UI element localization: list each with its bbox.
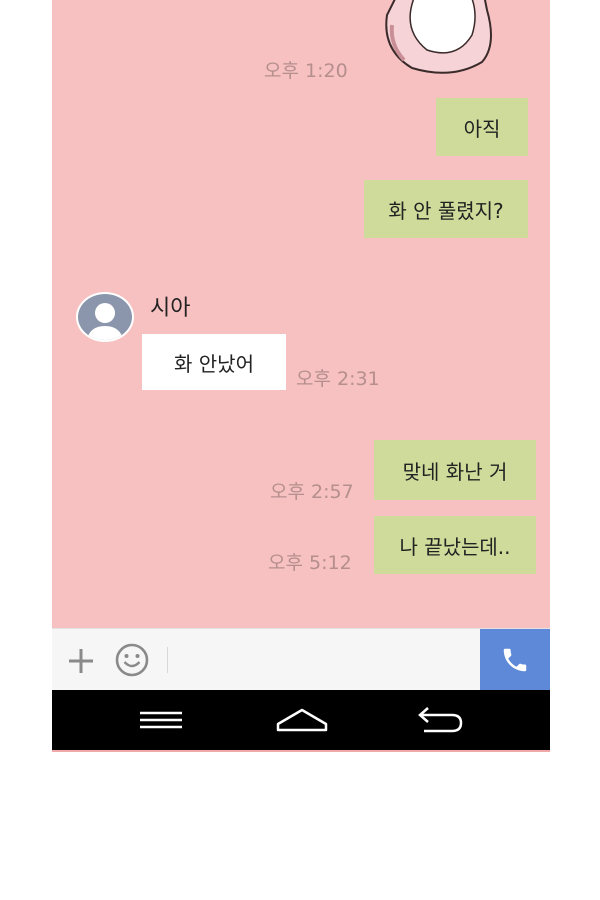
message-input-bar — [52, 628, 550, 691]
phone-screen: 오후 1:20 아직 화 안 풀렸지? 시아 화 안났어 오후 2:31 맞네 … — [52, 0, 550, 752]
message-input[interactable] — [174, 637, 474, 683]
phone-icon — [503, 648, 527, 672]
menu-icon[interactable] — [136, 704, 186, 736]
sender-name: 시아 — [150, 296, 191, 321]
sent-message-bubble[interactable]: 맞네 화난 거 — [374, 440, 536, 500]
received-message-bubble[interactable]: 화 안났어 — [142, 334, 286, 390]
call-button[interactable] — [480, 629, 550, 691]
input-divider — [167, 647, 168, 673]
chat-area[interactable]: 오후 1:20 아직 화 안 풀렸지? 시아 화 안났어 오후 2:31 맞네 … — [52, 0, 550, 628]
home-icon[interactable] — [274, 704, 330, 736]
message-time: 오후 5:12 — [268, 552, 352, 574]
sticker-image — [385, 0, 492, 74]
user-silhouette-icon — [86, 303, 124, 340]
smile-icon[interactable] — [114, 642, 150, 678]
sent-message-bubble[interactable]: 아직 — [436, 98, 528, 156]
avatar[interactable] — [76, 292, 134, 342]
system-navigation-bar — [52, 690, 550, 752]
message-time: 오후 2:31 — [296, 368, 380, 390]
plus-icon[interactable] — [66, 646, 96, 676]
sent-message-bubble[interactable]: 나 끝났는데.. — [374, 516, 536, 574]
back-icon[interactable] — [414, 704, 464, 736]
sent-message-bubble[interactable]: 화 안 풀렸지? — [364, 180, 528, 238]
message-time: 오후 1:20 — [264, 60, 348, 82]
message-time: 오후 2:57 — [270, 481, 354, 503]
